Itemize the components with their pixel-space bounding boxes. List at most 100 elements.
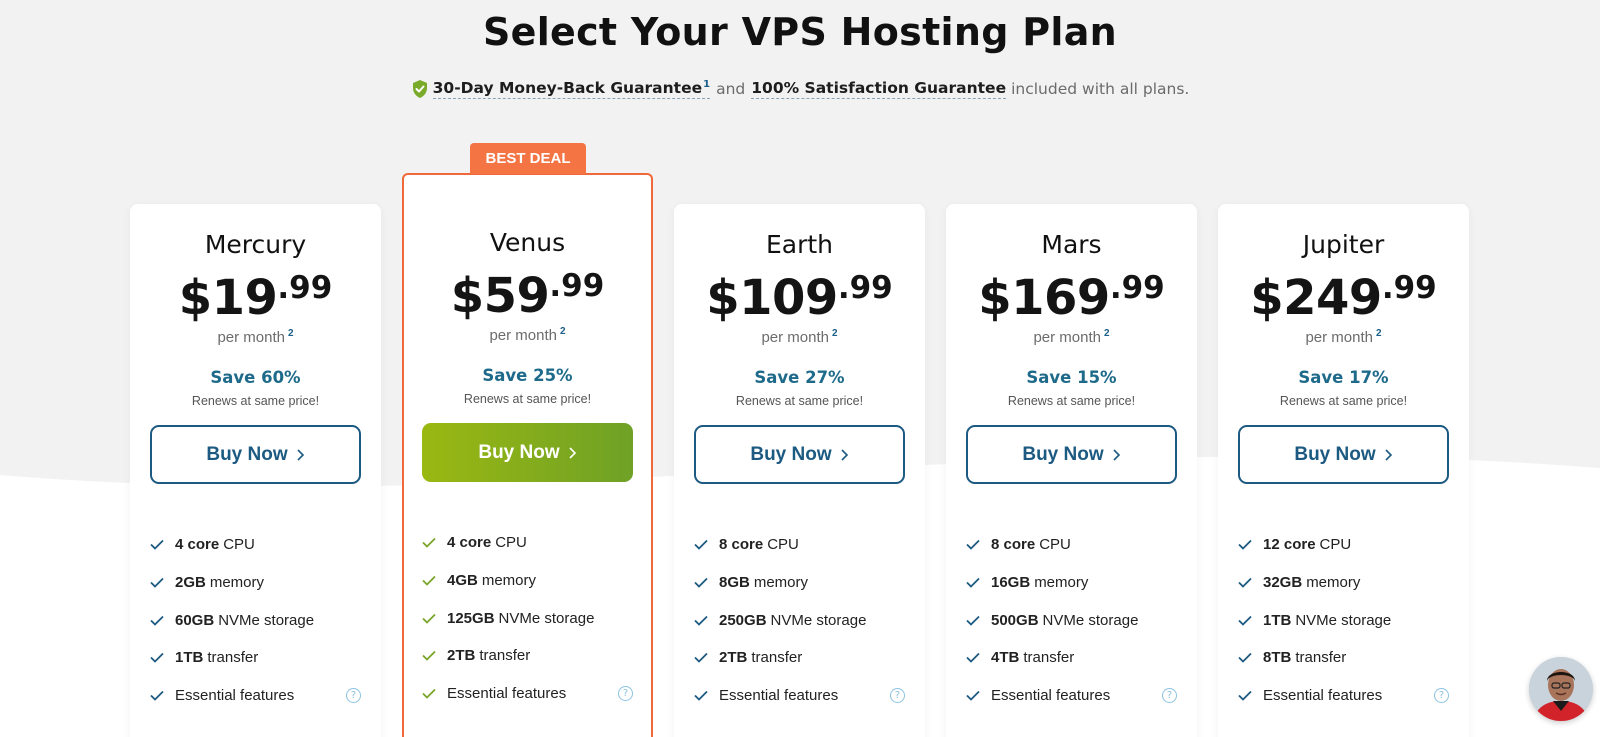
plan-price: $109.99 — [674, 270, 925, 326]
price-dollars: $169 — [978, 270, 1110, 326]
chat-avatar-button[interactable] — [1529, 657, 1593, 721]
plan-name: Jupiter — [1302, 230, 1385, 259]
check-icon — [1238, 653, 1252, 664]
per-month: per month 2 — [130, 328, 381, 346]
per-month-text: per month — [761, 329, 829, 346]
feature-item: 12 core CPU — [1238, 526, 1449, 564]
footnote-2[interactable]: 2 — [560, 326, 566, 337]
feature-text: transfer — [1023, 649, 1075, 667]
feature-item: 16GB memory — [966, 564, 1177, 602]
buy-now-button-venus[interactable]: Buy Now — [422, 423, 633, 482]
buy-now-button-jupiter[interactable]: Buy Now — [1238, 425, 1449, 484]
help-icon[interactable]: ? — [1162, 687, 1177, 703]
plan-card-jupiter: Jupiter $249.99 per month 2 Save 17% Rene… — [1218, 204, 1469, 737]
feature-list: 8 core CPU 16GB memory 500GB NVMe storage 4… — [966, 526, 1177, 714]
feature-list: 4 core CPU 4GB memory 125GB NVMe storage 2T… — [422, 524, 633, 712]
help-icon[interactable]: ? — [618, 685, 633, 701]
check-icon — [1238, 577, 1252, 588]
help-icon[interactable]: ? — [346, 687, 361, 703]
renews-note: Renews at same price! — [1279, 394, 1408, 408]
feature-value: 8GB — [719, 574, 750, 592]
check-icon — [694, 615, 708, 626]
plan-name: Venus — [489, 228, 566, 257]
feature-item: 2TB transfer — [422, 637, 633, 675]
renews-note: Renews at same price! — [463, 392, 592, 406]
plan-card-earth: Earth $109.99 per month 2 Save 27% Renews… — [674, 204, 925, 737]
feature-item: 125GB NVMe storage — [422, 599, 633, 637]
per-month-text: per month — [489, 327, 557, 344]
buy-now-button-mars[interactable]: Buy Now — [966, 425, 1177, 484]
feature-value: 32GB — [1263, 574, 1303, 592]
feature-list: 12 core CPU 32GB memory 1TB NVMe storage 8T… — [1238, 526, 1449, 714]
save-percent: Save 60% — [210, 368, 301, 387]
per-month-text: per month — [217, 329, 285, 346]
chevron-right-icon — [297, 448, 304, 461]
buy-now-label: Buy Now — [206, 443, 288, 465]
check-icon — [1238, 690, 1252, 701]
feature-value: 4GB — [447, 572, 478, 590]
check-icon — [150, 577, 164, 588]
feature-text: NVMe storage — [1042, 611, 1139, 629]
feature-text: Essential features — [991, 687, 1111, 705]
per-month: per month 2 — [1218, 328, 1469, 346]
per-month: per month 2 — [674, 328, 925, 346]
price-dollars: $109 — [706, 270, 838, 326]
buy-now-button-earth[interactable]: Buy Now — [694, 425, 905, 484]
feature-text: memory — [1306, 574, 1361, 592]
feature-value: 4 core — [175, 536, 220, 554]
feature-item: 8 core CPU — [966, 526, 1177, 564]
chevron-right-icon — [841, 448, 848, 461]
buy-now-button-mercury[interactable]: Buy Now — [150, 425, 361, 484]
feature-text: memory — [753, 574, 809, 592]
feature-item: Essential features? — [966, 677, 1177, 715]
feature-list: 4 core CPU 2GB memory 60GB NVMe storage 1TB… — [150, 526, 361, 714]
feature-item: 1TB transfer — [150, 639, 361, 677]
feature-text: CPU — [495, 534, 527, 552]
per-month: per month 2 — [946, 328, 1197, 346]
feature-text: memory — [481, 572, 537, 590]
price-dollars: $19 — [178, 270, 278, 326]
check-icon — [1238, 615, 1252, 626]
plan-price: $19.99 — [130, 270, 381, 326]
footnote-2[interactable]: 2 — [288, 328, 294, 339]
feature-value: 8TB — [1263, 649, 1292, 667]
feature-item: Essential features? — [150, 677, 361, 715]
check-icon — [966, 653, 980, 664]
help-icon[interactable]: ? — [1434, 687, 1449, 703]
footnote-2[interactable]: 2 — [1376, 328, 1382, 339]
footnote-2[interactable]: 2 — [1104, 328, 1110, 339]
feature-item: 8GB memory — [694, 564, 905, 602]
check-icon — [966, 615, 980, 626]
check-icon — [694, 653, 708, 664]
feature-item: Essential features? — [1238, 677, 1449, 715]
per-month-text: per month — [1033, 329, 1101, 346]
feature-text: NVMe storage — [1295, 611, 1392, 629]
feature-value: 12 core — [1263, 536, 1316, 554]
feature-text: CPU — [767, 536, 799, 554]
check-icon — [150, 615, 164, 626]
feature-text: NVMe storage — [498, 609, 595, 627]
feature-item: Essential features? — [422, 675, 633, 713]
feature-text: transfer — [207, 649, 259, 667]
feature-text: CPU — [1319, 536, 1352, 554]
feature-value: 4 core — [447, 534, 492, 552]
help-icon[interactable]: ? — [890, 687, 905, 703]
feature-item: 32GB memory — [1238, 564, 1449, 602]
save-percent: Save 17% — [1298, 368, 1389, 387]
feature-value: 1TB — [1263, 611, 1292, 629]
footnote-2[interactable]: 2 — [832, 328, 838, 339]
check-icon — [422, 575, 436, 586]
feature-text: NVMe storage — [770, 611, 867, 629]
renews-note: Renews at same price! — [1007, 394, 1136, 408]
plan-price: $169.99 — [946, 270, 1197, 326]
feature-item: 4 core CPU — [422, 524, 633, 562]
buy-now-label: Buy Now — [750, 443, 832, 465]
check-icon — [694, 690, 708, 701]
check-icon — [966, 577, 980, 588]
feature-value: 4TB — [991, 649, 1020, 667]
feature-text: CPU — [223, 536, 255, 554]
feature-item: Essential features? — [694, 677, 905, 715]
feature-value: 8 core — [719, 536, 764, 554]
plan-name: Mercury — [204, 230, 307, 259]
check-icon — [150, 690, 164, 701]
